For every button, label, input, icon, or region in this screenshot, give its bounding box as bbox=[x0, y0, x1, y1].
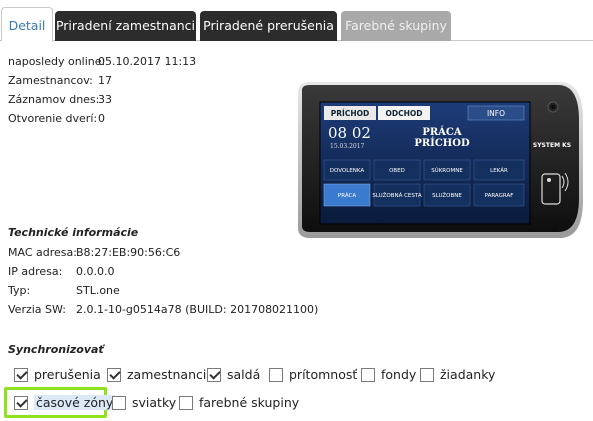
checkbox-label: saldá bbox=[227, 367, 261, 382]
terminal-device-image: PRÍCHOD ODCHOD INFO 08 02 15.03.2017 PRÁ… bbox=[298, 82, 583, 238]
tab-detail[interactable]: Detail bbox=[1, 7, 53, 42]
device-brand: SYSTEM KS bbox=[533, 142, 571, 149]
tech-value: 0.0.0.0 bbox=[76, 265, 115, 278]
tech-value: STL.one bbox=[76, 284, 120, 297]
info-value: 33 bbox=[98, 93, 112, 106]
checkbox-label: časové zóny bbox=[34, 395, 116, 410]
checkbox-icon[interactable] bbox=[207, 368, 221, 382]
sync-section-title: Synchronizovať bbox=[8, 343, 104, 356]
checkbox-icon[interactable] bbox=[107, 368, 121, 382]
info-label: Záznamov dnes: bbox=[8, 93, 100, 106]
checkbox-label: zamestnanci bbox=[127, 367, 207, 382]
tech-value: 2.0.1-10-g0514a78 (BUILD: 201708021100) bbox=[76, 303, 319, 316]
device-grid-item: DOVOLENKA bbox=[330, 168, 365, 174]
checkbox-label: prítomnosť bbox=[289, 367, 358, 382]
checkbox-icon[interactable] bbox=[179, 396, 193, 410]
tab-color-groups[interactable]: Farebné skupiny bbox=[341, 11, 451, 41]
tech-value: B8:27:EB:90:56:C6 bbox=[76, 246, 181, 259]
device-arrival-label: PRÍCHOD bbox=[331, 109, 369, 118]
tech-label: Typ: bbox=[8, 284, 31, 297]
device-grid-item: OBED bbox=[389, 168, 405, 174]
device-status-line2: PRÍCHOD bbox=[414, 137, 470, 149]
tab-assigned-employees[interactable]: Priradení zamestnanci bbox=[55, 11, 196, 41]
device-grid-item: PARAGRAF bbox=[485, 193, 514, 199]
checkbox-icon[interactable] bbox=[361, 368, 375, 382]
device-info-label: INFO bbox=[487, 109, 505, 118]
device-grid-item: LEKÁR bbox=[490, 167, 508, 174]
checkbox-icon[interactable] bbox=[269, 368, 283, 382]
info-label: Zamestnancov: bbox=[8, 74, 93, 87]
checkbox-label: žiadanky bbox=[440, 367, 496, 382]
info-label: Otvorenie dverí: bbox=[8, 112, 98, 125]
checkbox-label: prerušenia bbox=[34, 367, 101, 382]
checkbox-icon[interactable] bbox=[14, 396, 28, 410]
checkbox-label: fondy bbox=[381, 367, 417, 382]
checkbox-icon[interactable] bbox=[112, 396, 126, 410]
device-grid-item: SLUŽOBNÁ CESTA bbox=[372, 191, 421, 199]
tech-label: IP adresa: bbox=[8, 265, 63, 278]
tech-label: Verzia SW: bbox=[8, 303, 66, 316]
info-label: naposledy online: bbox=[8, 55, 106, 68]
device-time: 08 02 bbox=[328, 124, 371, 142]
device-grid-item: SÚKROMNE bbox=[431, 167, 463, 174]
info-value: 0 bbox=[98, 112, 105, 125]
device-grid-item: PRÁCA bbox=[338, 192, 356, 199]
tab-bar: Detail Priradení zamestnanci Priradené p… bbox=[0, 0, 593, 42]
info-value: 17 bbox=[98, 74, 112, 87]
info-value: 05.10.2017 11:13 bbox=[98, 55, 197, 68]
device-departure-label: ODCHOD bbox=[386, 109, 423, 118]
tech-label: MAC adresa: bbox=[8, 246, 77, 259]
device-status-line1: PRÁCA bbox=[422, 126, 462, 138]
checkbox-icon[interactable] bbox=[14, 368, 28, 382]
device-date: 15.03.2017 bbox=[330, 143, 365, 150]
checkbox-label: farebné skupiny bbox=[199, 395, 300, 410]
checkbox-icon[interactable] bbox=[420, 368, 434, 382]
device-grid-item: SLUŽOBNE bbox=[432, 191, 462, 199]
tech-section-title: Technické informácie bbox=[8, 226, 139, 239]
tab-assigned-interruptions[interactable]: Priradené prerušenia bbox=[200, 11, 337, 41]
checkbox-label: sviatky bbox=[132, 395, 177, 410]
